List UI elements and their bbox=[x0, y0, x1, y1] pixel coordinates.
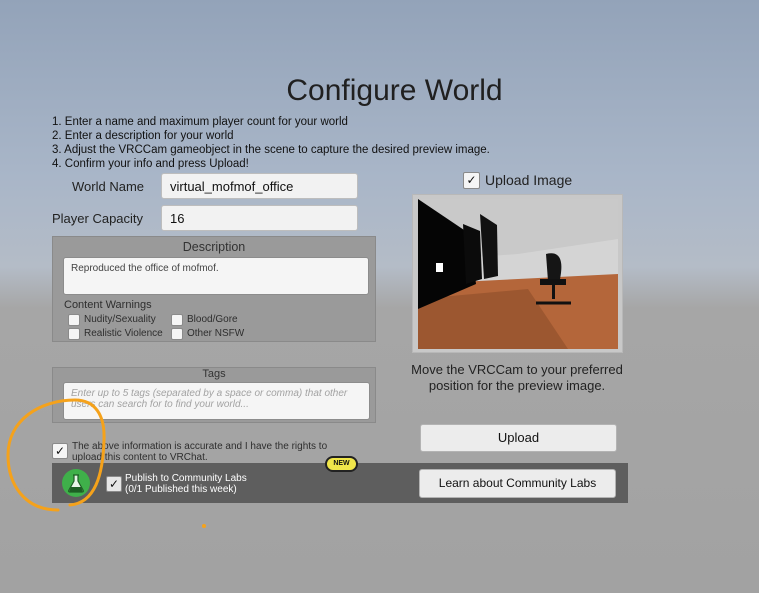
tags-header: Tags bbox=[202, 368, 226, 380]
world-name-input[interactable]: virtual_mofmof_office bbox=[161, 173, 358, 199]
annotation-dot bbox=[202, 524, 206, 528]
nudity-label: Nudity/Sexuality bbox=[84, 314, 156, 325]
new-badge: NEW bbox=[325, 456, 358, 472]
annotation-circle bbox=[6, 398, 106, 512]
realistic-violence-checkbox[interactable] bbox=[68, 328, 80, 340]
community-labs-title: Publish to Community Labs bbox=[125, 473, 247, 484]
instructions: 1. Enter a name and maximum player count… bbox=[52, 115, 490, 171]
learn-community-labs-button[interactable]: Learn about Community Labs bbox=[419, 469, 616, 498]
preview-image-frame bbox=[412, 194, 623, 353]
instruction-step: 1. Enter a name and maximum player count… bbox=[52, 116, 348, 128]
upload-image-label: Upload Image bbox=[485, 172, 573, 188]
realistic-violence-label: Realistic Violence bbox=[84, 328, 163, 339]
description-panel: Description Reproduced the office of mof… bbox=[52, 236, 376, 342]
other-nsfw-label: Other NSFW bbox=[187, 328, 245, 339]
instruction-step: 3. Adjust the VRCCam gameobject in the s… bbox=[52, 144, 490, 156]
description-header: Description bbox=[182, 240, 246, 254]
instruction-step: 4. Confirm your info and press Upload! bbox=[52, 158, 249, 170]
preview-caption: Move the VRCCam to your preferred positi… bbox=[411, 362, 623, 393]
instruction-step: 2. Enter a description for your world bbox=[52, 130, 234, 142]
blood-gore-checkbox[interactable] bbox=[171, 314, 183, 326]
blood-gore-label: Blood/Gore bbox=[187, 314, 238, 325]
page-title: Configure World bbox=[286, 74, 503, 107]
player-capacity-label: Player Capacity bbox=[52, 211, 144, 226]
preview-image bbox=[418, 199, 618, 349]
upload-button[interactable]: Upload bbox=[420, 424, 617, 452]
content-warnings-label: Content Warnings bbox=[64, 299, 152, 311]
other-nsfw-checkbox[interactable] bbox=[171, 328, 183, 340]
nudity-checkbox[interactable] bbox=[68, 314, 80, 326]
player-capacity-input[interactable]: 16 bbox=[161, 205, 358, 231]
world-name-label: World Name bbox=[72, 179, 145, 194]
upload-image-checkbox[interactable]: ✓ bbox=[463, 172, 480, 189]
description-input[interactable]: Reproduced the office of mofmof. bbox=[63, 257, 369, 295]
community-labs-subtitle: (0/1 Published this week) bbox=[125, 484, 237, 495]
